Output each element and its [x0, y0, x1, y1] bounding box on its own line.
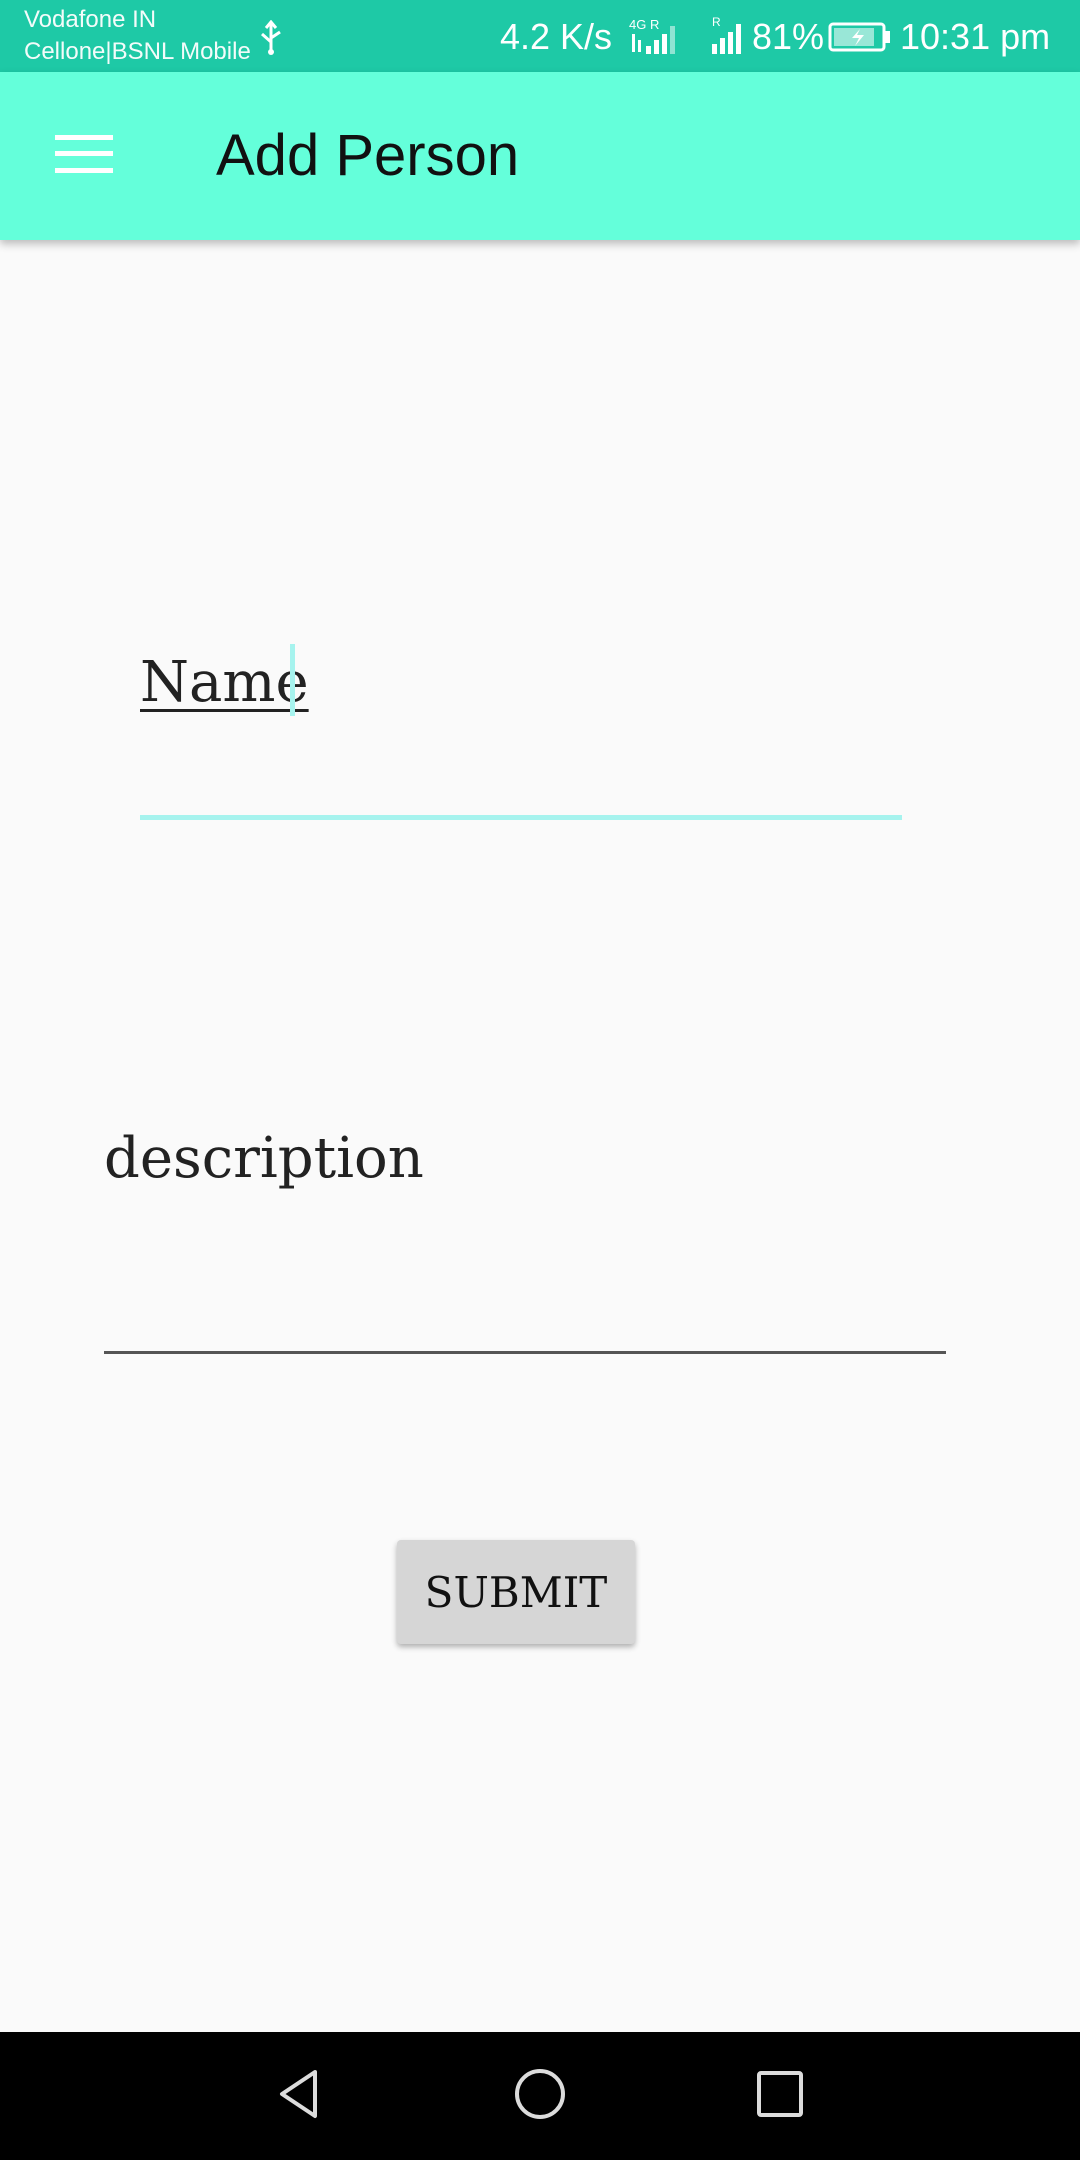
page-title: Add Person: [216, 123, 520, 188]
carrier-name-primary: Vodafone IN: [24, 6, 157, 33]
carrier-name-secondary: Cellone|BSNL Mobile: [24, 38, 251, 65]
hamburger-menu-icon: [55, 133, 113, 180]
recents-button[interactable]: [738, 2054, 822, 2138]
description-input[interactable]: description: [104, 1116, 946, 1354]
roaming-signal-icon: R: [710, 15, 750, 56]
status-bar: Vodafone IN Cellone|BSNL Mobile 4.2 K/s …: [0, 0, 1080, 72]
navigation-bar: [0, 2032, 1080, 2160]
svg-text:4G: 4G: [629, 17, 646, 32]
battery-charging-icon: [828, 22, 892, 52]
clock: 10:31 pm: [900, 16, 1051, 57]
app-bar: Add Person: [0, 72, 1080, 240]
text-cursor: [290, 644, 295, 716]
submit-button[interactable]: SUBMIT: [397, 1540, 635, 1644]
back-button[interactable]: [258, 2054, 342, 2138]
usb-icon: [256, 19, 286, 56]
battery-percent: 81%: [752, 16, 825, 57]
name-input[interactable]: Name: [140, 630, 902, 820]
name-input-underline: [140, 815, 902, 820]
name-input-value[interactable]: Name: [140, 650, 309, 715]
4g-signal-icon: 4G R: [628, 16, 680, 56]
description-input-underline: [104, 1351, 946, 1354]
recents-square-icon: [750, 2064, 810, 2129]
home-button[interactable]: [498, 2054, 582, 2138]
svg-text:R: R: [650, 17, 659, 32]
network-speed: 4.2 K/s: [500, 16, 613, 57]
menu-button[interactable]: [40, 118, 128, 194]
home-circle-icon: [510, 2064, 570, 2129]
svg-text:R: R: [712, 16, 721, 29]
description-input-placeholder[interactable]: description: [104, 1126, 424, 1191]
back-triangle-icon: [270, 2064, 330, 2129]
